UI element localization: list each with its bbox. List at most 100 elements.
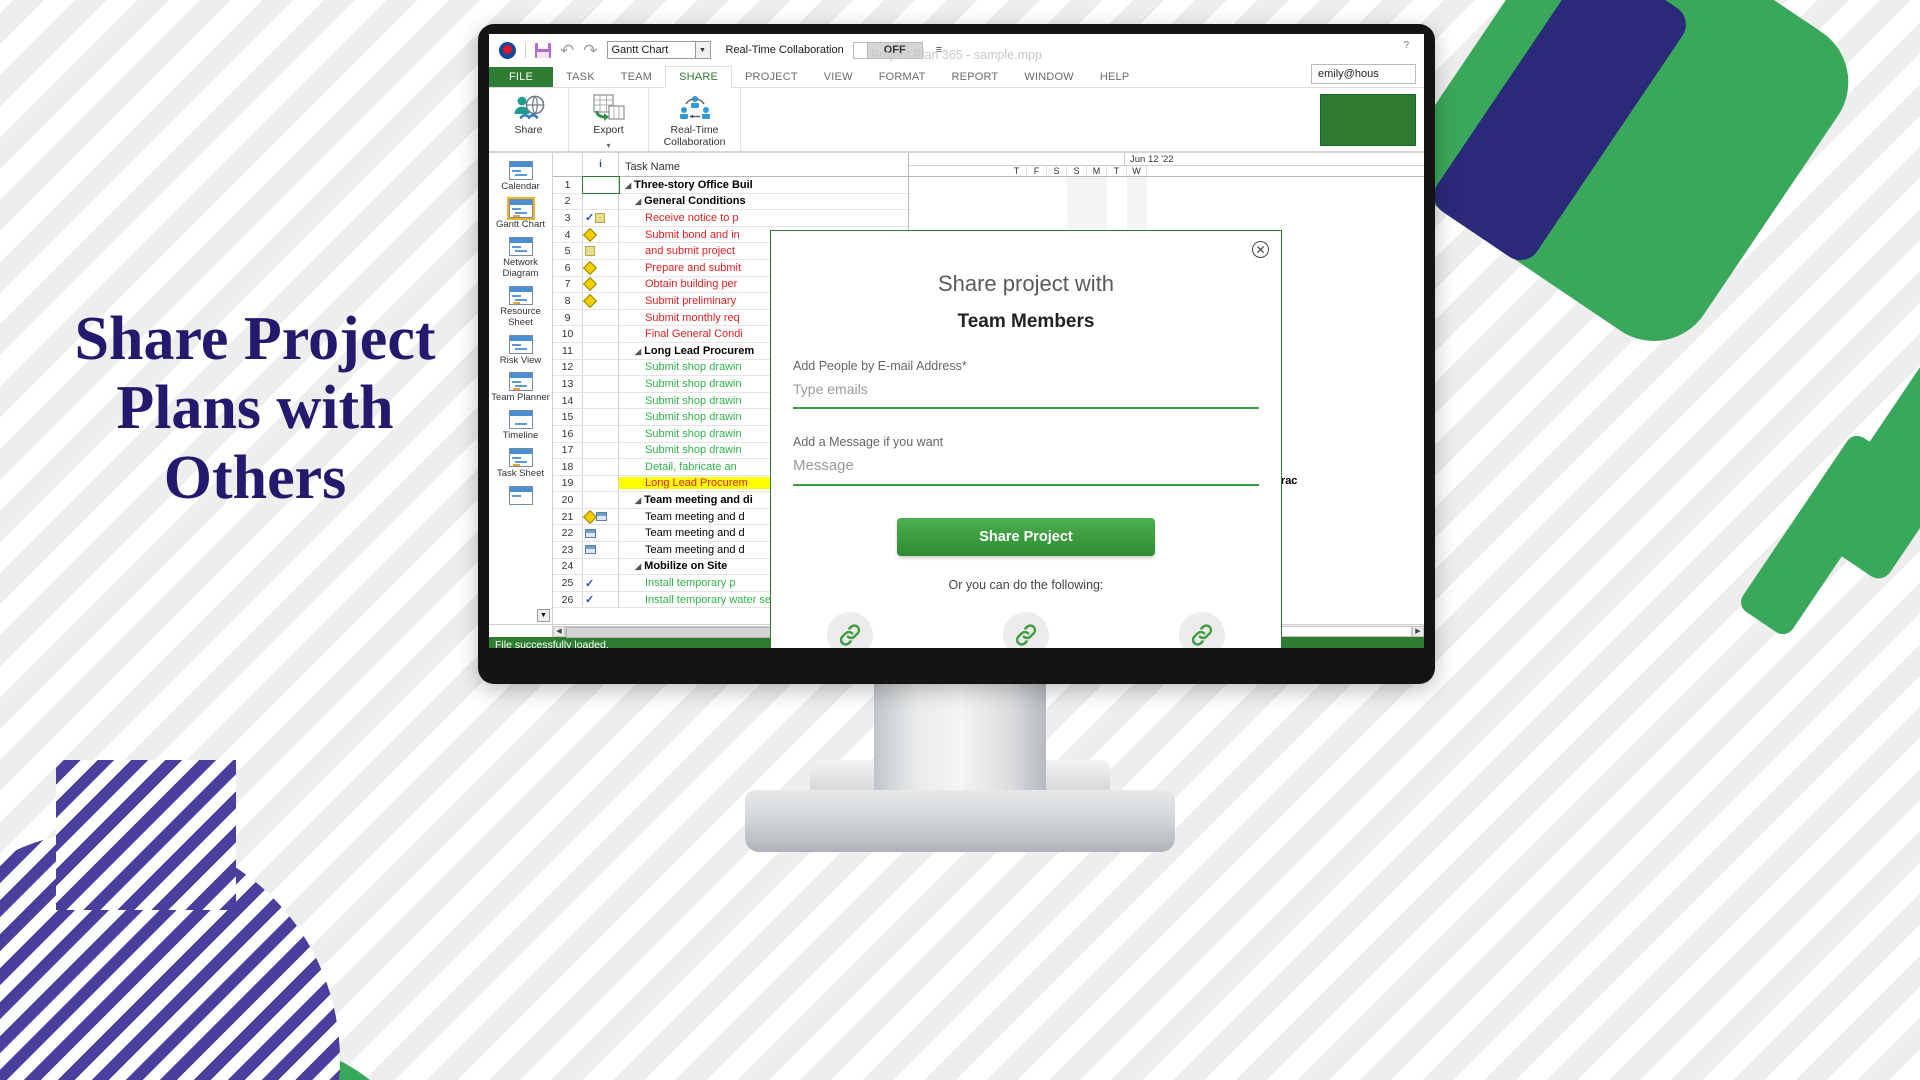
help-icon[interactable]: ? xyxy=(1403,40,1409,51)
sidebar-item-resource-sheet[interactable]: Resource Sheet xyxy=(490,282,552,331)
task-name-text: Submit bond and in xyxy=(645,228,740,241)
table-row[interactable]: 1 ◢ Three-story Office Buil xyxy=(553,176,908,194)
sidebar-item-risk-view[interactable]: Risk View xyxy=(490,331,552,369)
rtc-toggle[interactable]: OFF xyxy=(852,41,923,59)
collapse-icon[interactable]: ◢ xyxy=(625,181,631,190)
row-indicators[interactable] xyxy=(583,542,619,558)
close-icon[interactable]: ✕ xyxy=(1252,241,1269,258)
row-indicators[interactable] xyxy=(582,508,619,525)
collapse-icon[interactable]: ◢ xyxy=(635,562,641,571)
collapse-icon[interactable]: ◢ xyxy=(635,197,641,206)
tab-team[interactable]: TEAM xyxy=(608,67,665,87)
chevron-down-icon[interactable]: ▾ xyxy=(606,141,610,150)
tab-view[interactable]: VIEW xyxy=(811,67,866,87)
sidebar-item-network-diagram[interactable]: Network Diagram xyxy=(490,233,552,282)
view-bar-scroll-down[interactable]: ▼ xyxy=(537,609,550,622)
note-icon xyxy=(585,246,595,257)
milestone-indicator-icon xyxy=(582,277,598,292)
more-commands-icon[interactable]: ≡ xyxy=(936,44,942,56)
row-indicators[interactable] xyxy=(583,309,619,326)
row-indicators[interactable] xyxy=(582,276,619,293)
risk-view-icon xyxy=(508,334,533,354)
tab-report[interactable]: REPORT xyxy=(939,67,1012,87)
row-indicators[interactable] xyxy=(583,193,619,210)
row-indicators[interactable] xyxy=(583,525,619,542)
ribbon-button-real-time-collaboration[interactable]: Real-Time Collaboration xyxy=(649,88,741,151)
sidebar-item-more[interactable] xyxy=(490,482,552,509)
row-indicators[interactable] xyxy=(583,442,619,459)
undo-icon[interactable]: ↶ xyxy=(560,42,574,59)
sidebar-label-gantt-chart: Gantt Chart xyxy=(495,218,546,230)
tab-format[interactable]: FORMAT xyxy=(866,67,939,87)
send-as-pdf-option[interactable]: Send as PDF xyxy=(978,612,1074,648)
row-indicators[interactable]: ✓ xyxy=(583,575,619,591)
task-name-cell[interactable]: ◢ Three-story Office Buil xyxy=(619,179,908,191)
sidebar-item-team-planner[interactable]: Team Planner xyxy=(490,368,552,406)
column-header-task-name: Task Name xyxy=(625,161,681,173)
row-indicators[interactable] xyxy=(582,259,619,276)
ribbon-button-export[interactable]: Export ▾ xyxy=(569,88,649,151)
row-number: 24 xyxy=(553,558,583,575)
sidebar-item-gantt-chart[interactable]: Gantt Chart xyxy=(490,195,552,233)
sidebar-label-task-sheet: Task Sheet xyxy=(497,468,544,480)
task-name-text: Receive notice to p xyxy=(645,211,739,224)
row-number: 3 xyxy=(553,210,583,226)
rtc-toggle-knob xyxy=(853,42,868,58)
row-indicators[interactable] xyxy=(583,326,619,342)
copy-link-option[interactable]: Copy Link xyxy=(802,612,898,648)
task-name-text: Team meeting and di xyxy=(644,494,753,507)
task-name-cell[interactable]: ◢ General Conditions xyxy=(619,195,908,207)
tab-help[interactable]: HELP xyxy=(1087,67,1143,87)
ribbon-button-share[interactable]: Share xyxy=(489,88,569,151)
grid-scroll-thumb[interactable] xyxy=(566,626,777,638)
tab-project[interactable]: PROJECT xyxy=(732,67,811,87)
task-name-cell[interactable]: Receive notice to p xyxy=(619,212,908,224)
row-indicators[interactable] xyxy=(583,475,619,492)
row-indicators[interactable] xyxy=(583,409,619,425)
sidebar-item-task-sheet[interactable]: Task Sheet xyxy=(490,444,552,482)
rtc-toolbar-label: Real-Time Collaboration xyxy=(725,44,844,56)
send-as-mpp-option[interactable]: Send as MPP xyxy=(1154,612,1250,648)
task-name-text: Team meeting and d xyxy=(645,527,745,540)
tab-task[interactable]: TASK xyxy=(553,67,608,87)
row-indicators[interactable]: ✓ xyxy=(583,210,619,226)
row-indicators[interactable] xyxy=(583,425,619,442)
row-number: 17 xyxy=(553,442,583,459)
sidebar-item-timeline[interactable]: Timeline xyxy=(490,406,552,444)
sidebar-item-calendar[interactable]: Calendar xyxy=(490,157,552,195)
scroll-right-icon[interactable]: ▶ xyxy=(1412,625,1424,637)
collapse-icon[interactable]: ◢ xyxy=(635,496,641,505)
row-indicators[interactable] xyxy=(583,376,619,392)
row-indicators[interactable] xyxy=(583,392,619,409)
tab-share[interactable]: SHARE xyxy=(665,66,733,88)
task-name-text: Submit shop drawin xyxy=(645,427,742,440)
viewbar-scroll-spacer xyxy=(489,625,553,637)
row-indicators[interactable] xyxy=(583,558,619,575)
timeline-spacer xyxy=(909,166,1007,176)
redo-icon[interactable]: ↷ xyxy=(583,42,597,59)
tab-window[interactable]: WINDOW xyxy=(1011,67,1086,87)
message-field[interactable]: Message xyxy=(793,457,1259,486)
row-indicators[interactable] xyxy=(582,293,619,309)
row-indicators[interactable] xyxy=(583,359,619,376)
row-indicators[interactable] xyxy=(582,226,619,243)
collapse-icon[interactable]: ◢ xyxy=(635,347,641,356)
chevron-down-icon[interactable]: ▼ xyxy=(694,42,710,58)
row-indicators[interactable] xyxy=(583,492,619,508)
row-indicators[interactable]: ✓ xyxy=(583,591,619,608)
account-email[interactable]: emily@hous xyxy=(1311,64,1416,84)
save-icon[interactable] xyxy=(535,42,551,58)
row-indicators[interactable] xyxy=(583,243,619,259)
column-header-row-number xyxy=(553,153,583,176)
table-row[interactable]: 2 ◢ General Conditions xyxy=(553,193,908,211)
row-indicators[interactable] xyxy=(583,342,619,359)
share-project-button[interactable]: Share Project xyxy=(897,518,1155,556)
row-indicators[interactable] xyxy=(583,459,619,475)
tab-file[interactable]: FILE xyxy=(489,67,554,87)
email-field[interactable]: Type emails xyxy=(793,381,1259,409)
row-indicators[interactable] xyxy=(582,176,620,194)
scroll-left-icon[interactable]: ◀ xyxy=(553,625,565,637)
table-row[interactable]: 3 ✓ Receive notice to p xyxy=(553,210,908,227)
view-selector[interactable]: Gantt Chart ▼ xyxy=(606,41,711,59)
promo-headline: Share Project Plans with Others xyxy=(74,305,436,512)
